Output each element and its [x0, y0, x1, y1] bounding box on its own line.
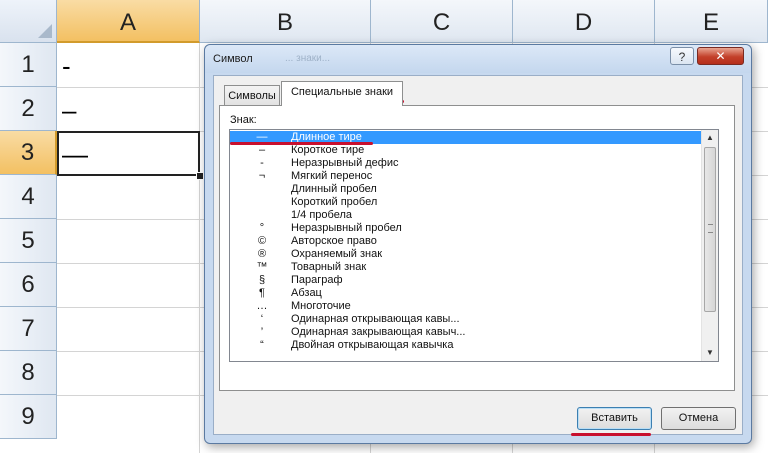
- list-item-name: Мягкий перенос: [291, 170, 373, 182]
- scroll-up-icon[interactable]: ▲: [702, 130, 718, 146]
- list-item-symbol: ™: [256, 261, 268, 273]
- row-header-4[interactable]: 4: [0, 175, 57, 219]
- list-item-symbol: ‘: [260, 313, 264, 325]
- list-item-name: 1/4 пробела: [291, 209, 353, 221]
- list-item-name: Авторское право: [291, 235, 377, 247]
- list-item[interactable]: Короткий пробел: [230, 196, 704, 209]
- select-all-triangle-icon: [38, 24, 52, 38]
- list-item-name: Параграф: [291, 274, 343, 286]
- special-characters-list[interactable]: — Длинное тире – Короткое тире ‑ Неразрывный …: [229, 129, 719, 362]
- list-item-name: Товарный знак: [291, 261, 367, 273]
- list-item-name: Охраняемый знак: [291, 248, 383, 260]
- grid-line: [199, 43, 200, 453]
- list-item-name: Двойная открывающая кавычка: [291, 339, 454, 351]
- row-header-5[interactable]: 5: [0, 219, 57, 263]
- row-header-8[interactable]: 8: [0, 351, 57, 395]
- list-scrollbar[interactable]: ▲ ▼: [701, 130, 718, 361]
- cell-a1[interactable]: -: [62, 44, 71, 88]
- list-item-symbol: ®: [257, 248, 267, 260]
- fill-handle[interactable]: [196, 172, 204, 180]
- symbol-dialog: Символ ... знаки... ? ✕ Символы Специаль…: [204, 44, 752, 444]
- red-annotation-underline-insert: [571, 433, 651, 436]
- list-item-name: Абзац: [291, 287, 322, 299]
- list-item[interactable]: ™ Товарный знак: [230, 261, 704, 274]
- list-item-symbol: ’: [260, 326, 264, 338]
- row-header-7[interactable]: 7: [0, 307, 57, 351]
- list-item-name: Одинарная открывающая кавы...: [291, 313, 460, 325]
- insert-button[interactable]: Вставить: [577, 407, 652, 430]
- list-item[interactable]: § Параграф: [230, 274, 704, 287]
- row-header-1[interactable]: 1: [0, 43, 57, 87]
- list-item-symbol: –: [258, 144, 266, 156]
- list-item[interactable]: ‑ Неразрывный дефис: [230, 157, 704, 170]
- list-item-name: Короткий пробел: [291, 196, 378, 208]
- list-item[interactable]: … Многоточие: [230, 300, 704, 313]
- list-item[interactable]: – Короткое тире: [230, 144, 704, 157]
- list-item-name: Многоточие: [291, 300, 351, 312]
- list-item-name: Неразрывный пробел: [291, 222, 402, 234]
- list-item-symbol: ©: [257, 235, 267, 247]
- list-item[interactable]: ° Неразрывный пробел: [230, 222, 704, 235]
- dialog-title: Символ: [213, 53, 253, 65]
- list-item-name: Одинарная закрывающая кавыч...: [291, 326, 466, 338]
- column-header-e[interactable]: E: [655, 0, 768, 43]
- scroll-thumb[interactable]: [704, 147, 716, 312]
- close-button[interactable]: ✕: [697, 47, 744, 65]
- column-header-b[interactable]: B: [200, 0, 371, 43]
- list-item-symbol: ¬: [258, 170, 266, 182]
- list-item-name: Неразрывный дефис: [291, 157, 399, 169]
- list-item-name: Короткое тире: [291, 144, 365, 156]
- list-item[interactable]: ‘ Одинарная открывающая кавы...: [230, 313, 704, 326]
- column-header-c[interactable]: C: [371, 0, 513, 43]
- tab-symbols[interactable]: Символы: [224, 85, 280, 106]
- row-header-3[interactable]: 3: [0, 131, 57, 175]
- list-item[interactable]: Длинный пробел: [230, 183, 704, 196]
- red-annotation-underline-selection: [230, 142, 373, 145]
- column-header-a[interactable]: A: [57, 0, 200, 43]
- active-cell-border[interactable]: [57, 131, 200, 176]
- dialog-titlebar[interactable]: Символ ... знаки... ? ✕: [205, 45, 751, 73]
- list-item[interactable]: ¶ Абзац: [230, 287, 704, 300]
- scroll-grip-icon: [708, 224, 713, 233]
- list-item[interactable]: © Авторское право: [230, 235, 704, 248]
- help-button[interactable]: ?: [670, 47, 694, 65]
- list-item[interactable]: ® Охраняемый знак: [230, 248, 704, 261]
- tab-special-characters[interactable]: Специальные знаки: [281, 81, 403, 106]
- list-item[interactable]: ’ Одинарная закрывающая кавыч...: [230, 326, 704, 339]
- list-label: Знак:: [230, 114, 257, 126]
- list-item[interactable]: ¬ Мягкий перенос: [230, 170, 704, 183]
- list-item-symbol: ¶: [259, 287, 265, 299]
- row-header-9[interactable]: 9: [0, 395, 57, 439]
- dialog-body: Символы Специальные знаки Знак: — Длинное…: [213, 75, 743, 436]
- list-item-symbol: “: [260, 339, 264, 351]
- cell-a2[interactable]: –: [62, 88, 76, 132]
- list-item-symbol: …: [256, 300, 268, 312]
- list-item-symbol: §: [258, 274, 266, 286]
- list-item-symbol: °: [259, 222, 265, 234]
- list-item-name: Длинный пробел: [291, 183, 377, 195]
- select-all-corner[interactable]: [0, 0, 57, 43]
- scroll-down-icon[interactable]: ▼: [702, 345, 718, 361]
- column-header-d[interactable]: D: [513, 0, 655, 43]
- row-header-2[interactable]: 2: [0, 87, 57, 131]
- list-item-symbol: ‑: [260, 157, 264, 169]
- special-characters-panel: Знак: — Длинное тире – Короткое тире ‑ Неразр…: [219, 105, 735, 391]
- list-item[interactable]: “ Двойная открывающая кавычка: [230, 339, 704, 352]
- dialog-background-ghost-text: ... знаки...: [285, 53, 331, 64]
- list-item[interactable]: 1/4 пробела: [230, 209, 704, 222]
- row-header-6[interactable]: 6: [0, 263, 57, 307]
- cancel-button[interactable]: Отмена: [661, 407, 736, 430]
